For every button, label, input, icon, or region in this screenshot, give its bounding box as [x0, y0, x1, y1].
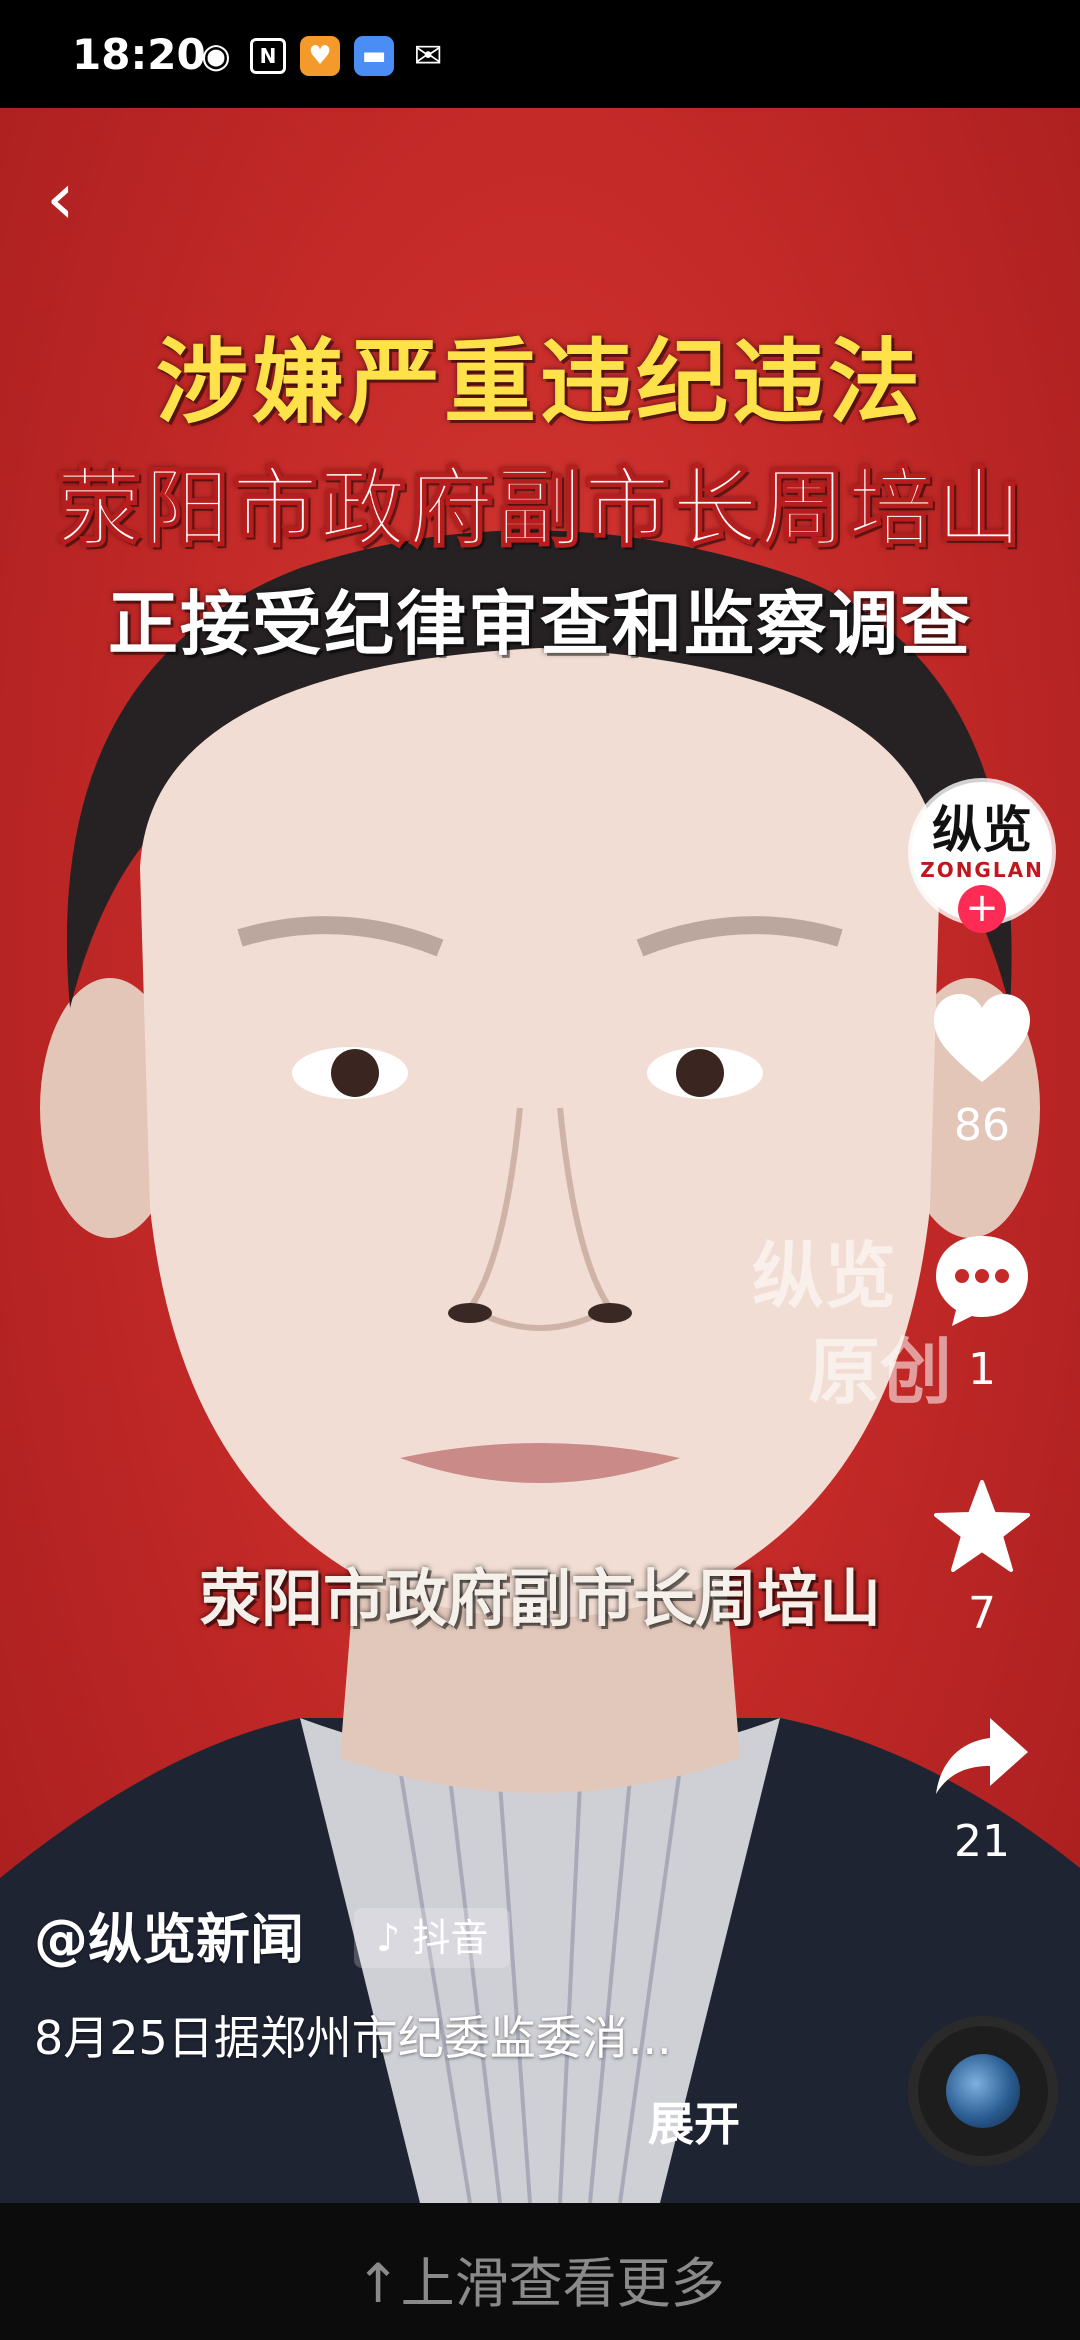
comment-button[interactable]: 1 — [920, 1230, 1044, 1395]
star-icon — [934, 1480, 1030, 1572]
platform-tag: ♪ 抖音 — [354, 1908, 511, 1968]
music-cover-icon — [946, 2054, 1020, 2128]
favorite-button[interactable]: 7 — [920, 1478, 1044, 1639]
share-count: 21 — [954, 1816, 1010, 1867]
eye-icon: ◉ — [201, 36, 231, 76]
status-icons: ◉ N ♥ ▬ ✉ — [196, 36, 448, 76]
avatar-logo-subtext: ZONGLAN — [920, 858, 1044, 882]
bottom-bar[interactable]: ↑上滑查看更多 — [0, 2203, 1080, 2340]
wechat-icon: ✉ — [413, 36, 443, 76]
music-disc[interactable] — [918, 2026, 1048, 2156]
heart-icon — [934, 994, 1030, 1082]
blue-app-icon: ▬ — [354, 36, 394, 76]
clock: 18:20 — [72, 30, 206, 79]
comment-icon — [936, 1236, 1028, 1326]
author-name[interactable]: @纵览新闻 — [34, 1895, 304, 1974]
headline-line-1: 涉嫌严重违纪违法 — [155, 329, 924, 436]
headline-line-3: 正接受纪律审查和监察调查 — [108, 583, 972, 665]
like-count: 86 — [954, 1100, 1010, 1151]
watermark-line-1: 纵览 — [752, 1234, 897, 1318]
headline-line-2: 荥阳市政府副市长周培山 — [55, 458, 1024, 560]
nfc-icon: N — [250, 38, 286, 74]
back-button[interactable]: ‹ — [46, 158, 106, 238]
orange-app-icon: ♥ — [300, 36, 340, 76]
share-arrow-icon — [936, 1718, 1028, 1794]
favorite-count: 7 — [968, 1588, 996, 1639]
avatar-logo-text: 纵览 — [932, 801, 1032, 859]
status-bar: 18:20 ◉ N ♥ ▬ ✉ — [0, 0, 1080, 108]
swipe-up-hint[interactable]: ↑上滑查看更多 — [0, 2239, 1080, 2318]
video-subtitle: 荥阳市政府副市长周培山 — [198, 1562, 881, 1635]
follow-button[interactable]: + — [958, 885, 1006, 933]
like-button[interactable]: 86 — [920, 990, 1044, 1151]
video-player[interactable]: ‹ 涉嫌严重违纪违法 荥阳市政府副市长周培山 正接受纪律审查和监察调查 纵览 原… — [0, 108, 1080, 2203]
expand-button[interactable]: 展开 — [648, 2088, 740, 2154]
share-button[interactable]: 21 — [920, 1712, 1044, 1867]
comment-count: 1 — [968, 1344, 996, 1395]
video-description[interactable]: 8月25日据郑州市纪委监委消... — [34, 2002, 754, 2074]
